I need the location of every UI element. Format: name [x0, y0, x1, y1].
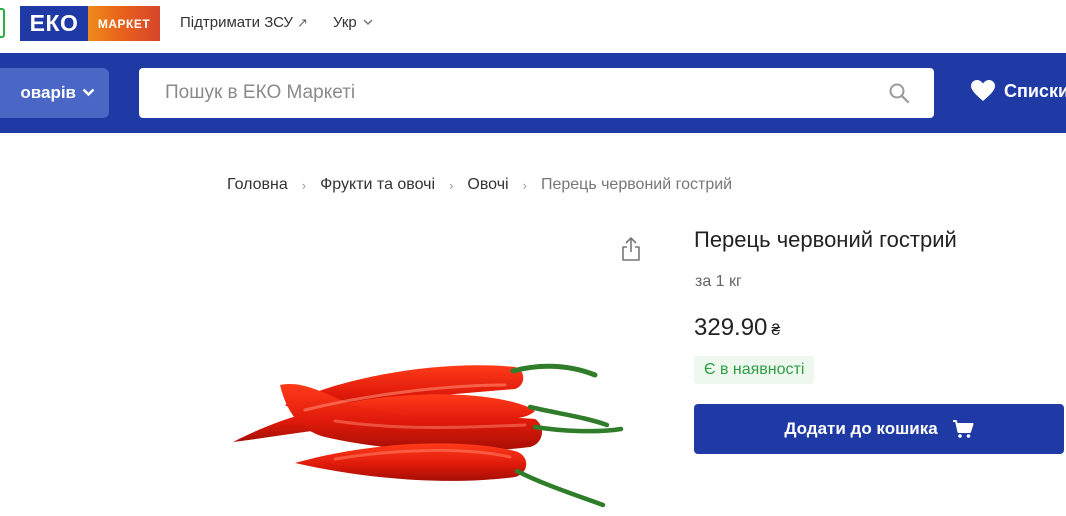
chevron-right-icon: ›: [301, 177, 307, 193]
external-arrow-icon: ↗: [296, 14, 308, 30]
stock-status-badge: Є в наявності: [694, 356, 815, 384]
product-price: 329.90 ₴: [694, 314, 780, 342]
logo-eko-text: ЕКО: [20, 6, 88, 41]
logo-market-text: МАРКЕТ: [88, 6, 160, 41]
top-bar: ЕКО МАРКЕТ Підтримати ЗСУ ↗ Укр: [0, 0, 1066, 53]
search-bar: [139, 68, 934, 118]
cart-icon: [952, 420, 974, 438]
breadcrumb-home[interactable]: Головна: [227, 176, 288, 194]
product-title: Перець червоний гострий: [694, 227, 957, 252]
main-header: оварів Списки: [0, 53, 1066, 133]
breadcrumb-vegetables[interactable]: Овочі: [467, 176, 508, 194]
breadcrumb: Головна › Фрукти та овочі › Овочі › Пере…: [227, 176, 732, 194]
chevron-right-icon: ›: [449, 177, 454, 193]
search-input[interactable]: [165, 82, 888, 104]
chevron-down-icon: [82, 86, 95, 100]
support-army-label: Підтримати ЗСУ: [180, 14, 293, 31]
lists-label: Списки: [1004, 80, 1066, 101]
support-army-link[interactable]: Підтримати ЗСУ ↗: [180, 14, 308, 31]
language-selector[interactable]: Укр: [333, 14, 373, 31]
catalog-label: оварів: [20, 83, 76, 102]
left-edge-button[interactable]: [0, 8, 5, 38]
chevron-right-icon: ›: [522, 177, 527, 193]
heart-icon: [971, 80, 995, 101]
breadcrumb-current: Перець червоний гострий: [540, 176, 733, 193]
chevron-down-icon: [363, 17, 373, 29]
breadcrumb-fruits-vegetables[interactable]: Фрукти та овочі: [320, 176, 435, 194]
search-icon[interactable]: [888, 82, 910, 104]
price-value: 329.90: [694, 314, 768, 341]
language-label: Укр: [333, 14, 357, 31]
currency-symbol: ₴: [771, 322, 781, 339]
catalog-button[interactable]: оварів: [0, 68, 109, 118]
add-to-cart-button[interactable]: Додати до кошика: [694, 404, 1064, 454]
eko-market-logo[interactable]: ЕКО МАРКЕТ: [20, 6, 160, 41]
product-unit: за 1 кг: [695, 273, 742, 290]
product-image: [233, 363, 624, 508]
add-to-cart-label: Додати до кошика: [784, 419, 938, 438]
lists-link[interactable]: Списки: [970, 79, 1066, 103]
share-icon[interactable]: [619, 236, 643, 262]
